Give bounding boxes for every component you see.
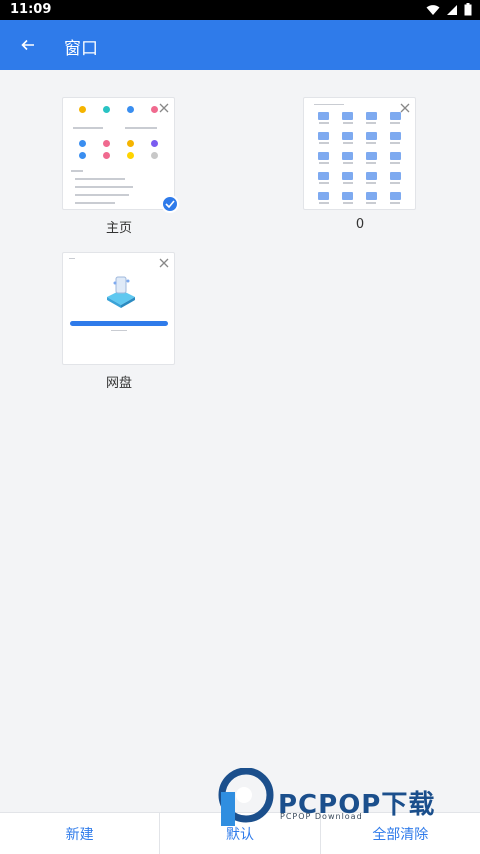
thumb-folder-row bbox=[304, 152, 415, 164]
back-button[interactable] bbox=[14, 32, 42, 58]
thumb-icon-row bbox=[63, 152, 174, 159]
watermark: PCPOP下载 PCPOP Download bbox=[218, 768, 468, 828]
app-bar: 窗口 bbox=[0, 20, 480, 70]
status-bar: 11:09 bbox=[0, 0, 480, 20]
cloud-illustration-icon bbox=[107, 276, 135, 308]
window-label-cloud: 网盘 bbox=[105, 376, 132, 391]
wifi-icon bbox=[426, 4, 440, 15]
windows-grid: 主页 0 网盘 bbox=[0, 70, 480, 812]
status-icons bbox=[426, 3, 472, 16]
arrow-left-icon bbox=[21, 39, 34, 51]
page-title: 窗口 bbox=[64, 39, 98, 59]
window-label-folders: 0 bbox=[355, 217, 365, 232]
thumb-icon-row bbox=[63, 140, 174, 147]
window-card-home[interactable] bbox=[62, 97, 175, 210]
thumb-folder-row bbox=[304, 192, 415, 204]
status-time: 11:09 bbox=[10, 2, 52, 17]
close-icon[interactable] bbox=[157, 256, 171, 270]
window-card-folders[interactable] bbox=[303, 97, 416, 210]
pcpop-logo-icon bbox=[218, 768, 274, 826]
selected-check-icon bbox=[161, 195, 179, 213]
thumb-folder-row bbox=[304, 132, 415, 144]
thumb-folder-row bbox=[304, 112, 415, 124]
watermark-sub: PCPOP Download bbox=[280, 812, 363, 821]
new-window-button[interactable]: 新建 bbox=[0, 813, 161, 854]
thumb-folder-row bbox=[304, 172, 415, 184]
battery-icon bbox=[464, 3, 472, 16]
window-label-home: 主页 bbox=[105, 221, 132, 236]
thumb-icon-row bbox=[63, 106, 174, 113]
thumb-login-bar bbox=[70, 321, 168, 326]
signal-icon bbox=[447, 4, 457, 15]
window-card-cloud[interactable] bbox=[62, 252, 175, 365]
